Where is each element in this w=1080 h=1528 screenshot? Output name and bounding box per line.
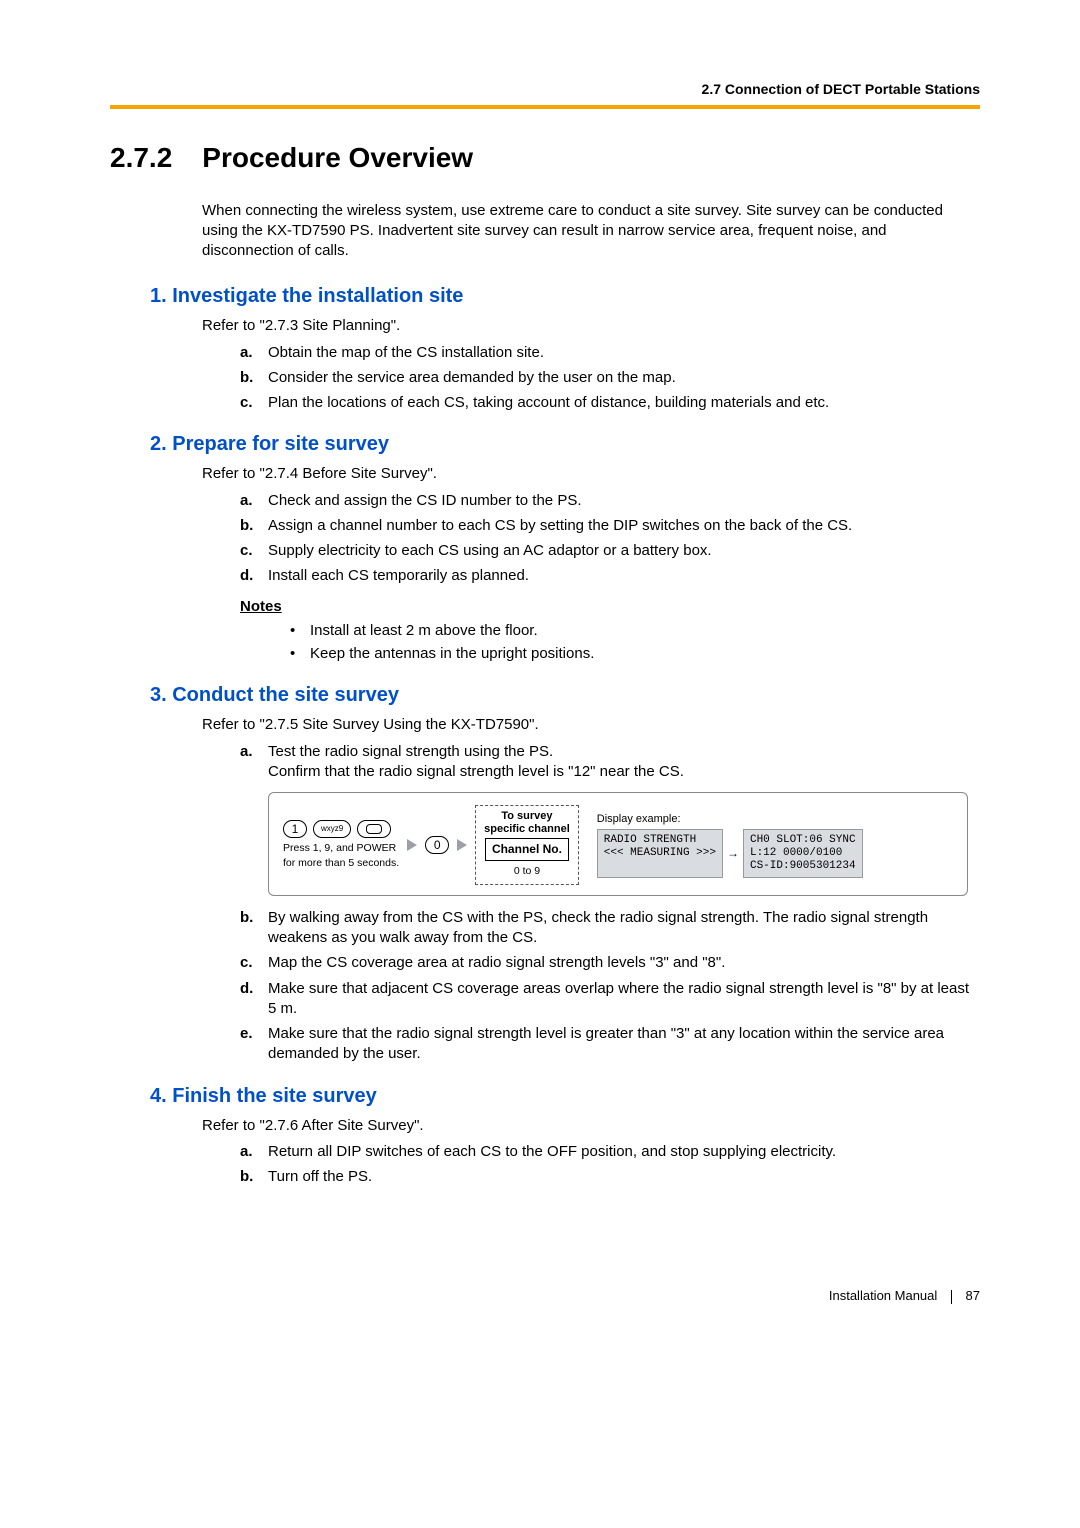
step-heading-2: 2. Prepare for site survey [150,431,980,458]
page-title: 2.7.2 Procedure Overview [110,139,980,177]
header-rule [110,105,980,109]
key-1: 1 [283,820,307,838]
channel-no-box: Channel No. [485,838,569,860]
intro-paragraph: When connecting the wireless system, use… [202,201,980,262]
arrow-icon [407,839,417,851]
step-heading-1: 1. Investigate the installation site [150,283,980,310]
survey-diagram: 1 wxyz9 Press 1, 9, and POWER for more t… [268,792,968,896]
key-0: 0 [425,836,449,854]
hold-caption: Press 1, 9, and POWER for more than 5 se… [283,841,399,869]
footer-page: 87 [966,1288,980,1303]
page-footer: Installation Manual 87 [110,1287,980,1305]
step4-list: a.Return all DIP switches of each CS to … [240,1142,980,1188]
step-heading-3: 3. Conduct the site survey [150,682,980,709]
notes-label: Notes [240,597,980,617]
step1-refer: Refer to "2.7.3 Site Planning". [202,316,980,336]
display-example: Display example: RADIO STRENGTH <<< MEAS… [597,812,863,878]
notes-list: Install at least 2 m above the floor. Ke… [290,621,980,665]
step1-list: a.Obtain the map of the CS installation … [240,343,980,414]
step2-refer: Refer to "2.7.4 Before Site Survey". [202,464,980,484]
step2-list: a.Check and assign the CS ID number to t… [240,491,980,587]
footer-manual: Installation Manual [829,1288,937,1303]
step3-list-b: b.By walking away from the CS with the P… [240,908,980,1065]
section-header: 2.7 Connection of DECT Portable Stations [110,80,980,99]
step3-refer: Refer to "2.7.5 Site Survey Using the KX… [202,715,980,735]
display-right: CH0 SLOT:06 SYNC L:12 0000/0100 CS-ID:90… [743,829,863,879]
arrow-right-icon: → [727,845,739,861]
key-9: wxyz9 [313,820,351,838]
arrow-icon [457,839,467,851]
display-left: RADIO STRENGTH <<< MEASURING >>> [597,829,723,879]
section-number: 2.7.2 [110,142,172,173]
footer-divider [951,1290,952,1304]
section-title-text: Procedure Overview [202,142,473,173]
step3-list-a: a.Test the radio signal strength using t… [240,742,980,783]
step-heading-4: 4. Finish the site survey [150,1083,980,1110]
step4-refer: Refer to "2.7.6 After Site Survey". [202,1116,980,1136]
channel-dashed-box: To survey specific channel Channel No. 0… [475,805,579,885]
power-key [357,820,391,838]
